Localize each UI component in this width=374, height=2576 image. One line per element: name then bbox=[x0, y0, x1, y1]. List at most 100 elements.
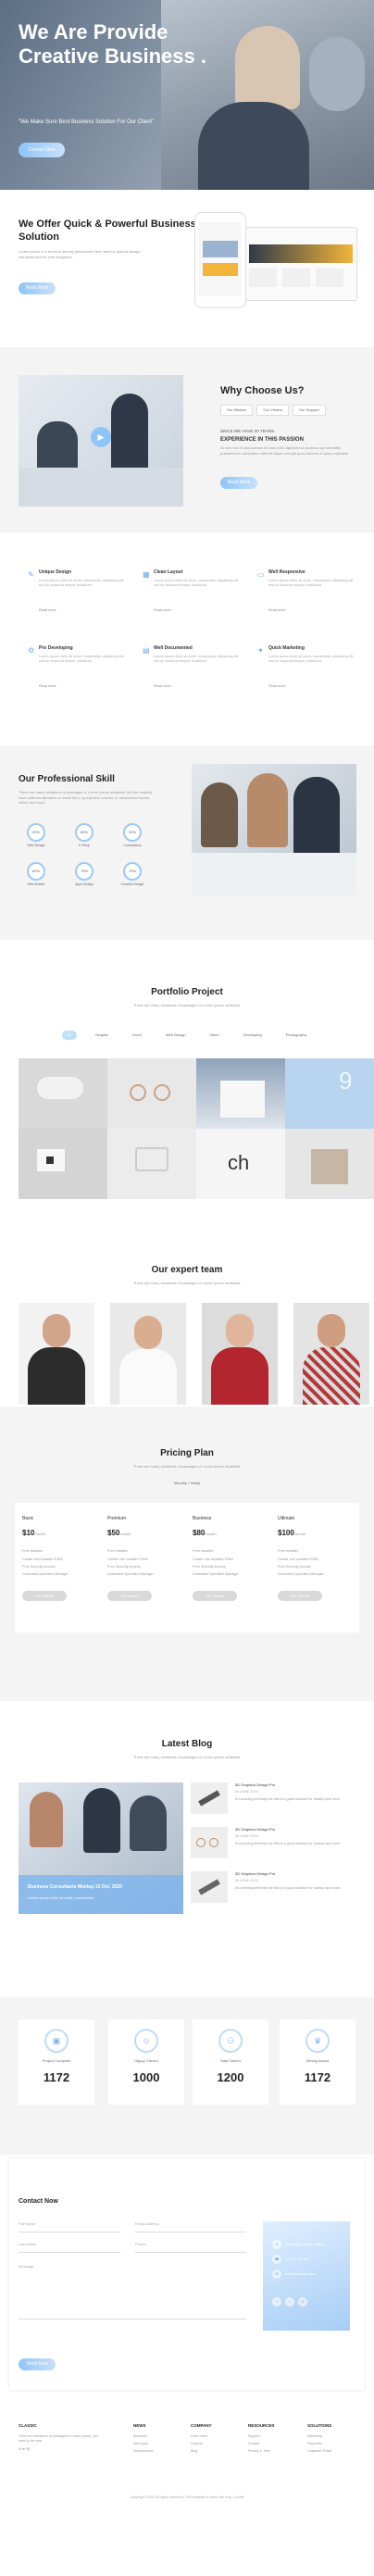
why-read-more-button[interactable]: Read More bbox=[220, 477, 257, 489]
location-icon: ⌖ bbox=[272, 2240, 281, 2249]
meeting-photo: ▶ bbox=[19, 375, 183, 506]
filter-ux-ui[interactable]: Ux/Ui bbox=[127, 1031, 147, 1040]
filter-graphic[interactable]: Graphic bbox=[90, 1031, 114, 1040]
portfolio-item[interactable] bbox=[19, 1129, 107, 1199]
document-icon: ▤ bbox=[143, 646, 150, 655]
facebook-icon[interactable]: f bbox=[272, 2297, 281, 2307]
trophy-icon: ♛ bbox=[305, 2029, 330, 2053]
plan-get-started-button[interactable]: Get Started bbox=[193, 1591, 237, 1602]
team-member-photo[interactable] bbox=[110, 1303, 186, 1405]
email-field[interactable]: Email Address bbox=[135, 2221, 246, 2232]
blog-post-item[interactable]: 3D Graphics Design Pro 30 JUNE 2019 It's… bbox=[191, 1782, 357, 1821]
team-members bbox=[19, 1303, 369, 1405]
team-section: Our expert team There are many variation… bbox=[0, 1221, 374, 1407]
why-text: At vero eos et accusamus et iusto odio d… bbox=[220, 445, 350, 456]
filter-all[interactable]: All bbox=[61, 1031, 78, 1040]
blog-post-title: 3D Graphics Design Pro bbox=[235, 1871, 276, 1876]
feature-text: Lorem ipsum dolor sit amet, consectetur … bbox=[154, 655, 239, 664]
feature-text: Lorem ipsum dolor sit amet, consectetur … bbox=[268, 655, 354, 664]
tab-our-mission[interactable]: Our Mission bbox=[220, 405, 254, 416]
offer-read-more-button[interactable]: Read More bbox=[19, 282, 56, 294]
why-since: SINCE WE HAVE 20 YEARS bbox=[220, 429, 275, 433]
blog-post-text: It's working perfectly but this is a goo… bbox=[235, 1842, 342, 1845]
video-play-icon[interactable]: ▶ bbox=[91, 427, 111, 447]
folder-icon: ▣ bbox=[44, 2029, 69, 2053]
message-field[interactable]: Message bbox=[19, 2264, 246, 2320]
portfolio-title: Portfolio Project bbox=[151, 987, 223, 997]
plan-price: $80/month bbox=[193, 1529, 217, 1537]
plan-get-started-button[interactable]: Get Started bbox=[22, 1591, 67, 1602]
hero-contact-button[interactable]: Contact Now bbox=[19, 143, 65, 157]
feature-read-more-link[interactable]: Read more bbox=[154, 684, 171, 689]
tab-our-vission[interactable]: Our Vission bbox=[256, 405, 289, 416]
filter-photography[interactable]: Photography bbox=[280, 1031, 313, 1040]
pricing-title: Pricing Plan bbox=[160, 1448, 214, 1458]
filter-web-design[interactable]: Web Design bbox=[160, 1031, 192, 1040]
feature-read-more-link[interactable]: Read more bbox=[39, 684, 56, 689]
plan-get-started-button[interactable]: Get Started bbox=[107, 1591, 152, 1602]
portfolio-item[interactable] bbox=[19, 1058, 107, 1129]
code-icon: ⚙ bbox=[28, 646, 35, 655]
feature-read-more-link[interactable]: Read more bbox=[39, 608, 56, 613]
instagram-icon[interactable]: ◎ bbox=[27, 2446, 31, 2451]
feature-title: Well Documented bbox=[154, 645, 193, 651]
portfolio-grid: 9 ch bbox=[19, 1058, 374, 1199]
blog-post-item[interactable]: 3D Graphics Design Pro 30 JUNE 2019 It's… bbox=[191, 1827, 357, 1866]
feature-read-more-link[interactable]: Read more bbox=[268, 684, 286, 689]
blog-post-date: 30 JUNE 2019 bbox=[235, 1834, 258, 1838]
team-member-photo[interactable] bbox=[293, 1303, 369, 1405]
billing-toggle[interactable]: Monthly / Yearly bbox=[0, 1481, 374, 1486]
blog-thumbnail bbox=[191, 1871, 228, 1903]
feature-read-more-link[interactable]: Read more bbox=[154, 608, 171, 613]
footer-logo: CLASSIC bbox=[19, 2423, 37, 2428]
skill-text: There are many variations of passages of… bbox=[19, 790, 153, 806]
pricing-section: Pricing Plan There are many variations o… bbox=[0, 1407, 374, 1701]
send-button[interactable]: Send Now bbox=[19, 2358, 56, 2370]
smile-icon: ☺ bbox=[134, 2029, 158, 2053]
featured-post-title: Business Consultants Meetup 15 Oct, 2020 bbox=[28, 1884, 122, 1890]
phone-field[interactable]: Phone bbox=[135, 2242, 246, 2253]
skill-circle: 70% Creative Design bbox=[118, 862, 146, 887]
blog-thumbnail bbox=[191, 1782, 228, 1814]
featured-blog-post[interactable]: Business Consultants Meetup 15 Oct, 2020… bbox=[19, 1782, 183, 1914]
portfolio-section: Portfolio Project There are many variati… bbox=[0, 940, 374, 1221]
portfolio-item[interactable]: ch bbox=[196, 1129, 285, 1199]
portfolio-item[interactable] bbox=[196, 1058, 285, 1129]
instagram-icon[interactable]: ◎ bbox=[298, 2297, 307, 2307]
copyright: Copyright ©2020 All rights reserved | Th… bbox=[130, 2495, 244, 2499]
blog-post-date: 30 JUNE 2019 bbox=[235, 1879, 258, 1882]
stat-card: ⚇ Total Client's 1200 bbox=[193, 2020, 268, 2105]
filter-developing[interactable]: Developing bbox=[238, 1031, 268, 1040]
feature-read-more-link[interactable]: Read more bbox=[268, 608, 286, 613]
offer-text: Lorem ipsum is a text that dummy placeho… bbox=[19, 249, 141, 259]
tab-our-support[interactable]: Our Support bbox=[292, 405, 326, 416]
stat-card: ♛ Wining Award 1172 bbox=[280, 2020, 355, 2105]
blog-post-date: 30 JUNE 2019 bbox=[235, 1790, 258, 1794]
plan-price: $10/month bbox=[22, 1529, 46, 1537]
plan-get-started-button[interactable]: Get Started bbox=[278, 1591, 322, 1602]
portfolio-item[interactable] bbox=[107, 1058, 196, 1129]
featured-post-text: Lorem ipsum dolor sit amet, consectetur. bbox=[28, 1895, 95, 1900]
last-name-field[interactable]: Last Name bbox=[19, 2242, 120, 2253]
contact-form: Contact Now Full Name Email Address Last… bbox=[9, 2158, 365, 2390]
team-member-photo[interactable] bbox=[202, 1303, 278, 1405]
plan-name: Business bbox=[193, 1516, 212, 1521]
feature-text: Lorem ipsum dolor sit amet, consectetur … bbox=[39, 579, 124, 588]
blog-post-item[interactable]: 3D Graphics Design Pro 30 JUNE 2019 It's… bbox=[191, 1871, 357, 1910]
portfolio-item[interactable] bbox=[107, 1129, 196, 1199]
contact-info-panel: ⌖ New York, United States ☎ +1 234 567 890… bbox=[263, 2221, 350, 2331]
full-name-field[interactable]: Full Name bbox=[19, 2221, 120, 2232]
team-subtitle: There are many variations of passages of… bbox=[132, 1281, 242, 1285]
footer-social: f t in ◎ bbox=[19, 2446, 102, 2452]
portfolio-filter-tabs: All Graphic Ux/Ui Web Design Video Devel… bbox=[0, 1031, 374, 1040]
team-member-photo[interactable] bbox=[19, 1303, 94, 1405]
why-tabs: Our Mission Our Vission Our Support bbox=[220, 405, 326, 416]
feature-title: Well Responsive bbox=[268, 569, 305, 575]
responsive-icon: ▭ bbox=[257, 570, 265, 579]
portfolio-item[interactable] bbox=[285, 1129, 374, 1199]
feature-text: Lorem ipsum dolor sit amet, consectetur … bbox=[154, 579, 239, 588]
filter-video[interactable]: Video bbox=[205, 1031, 225, 1040]
feature-text: Lorem ipsum dolor sit amet, consectetur … bbox=[268, 579, 354, 588]
twitter-icon[interactable]: t bbox=[285, 2297, 294, 2307]
portfolio-item[interactable]: 9 bbox=[285, 1058, 374, 1129]
